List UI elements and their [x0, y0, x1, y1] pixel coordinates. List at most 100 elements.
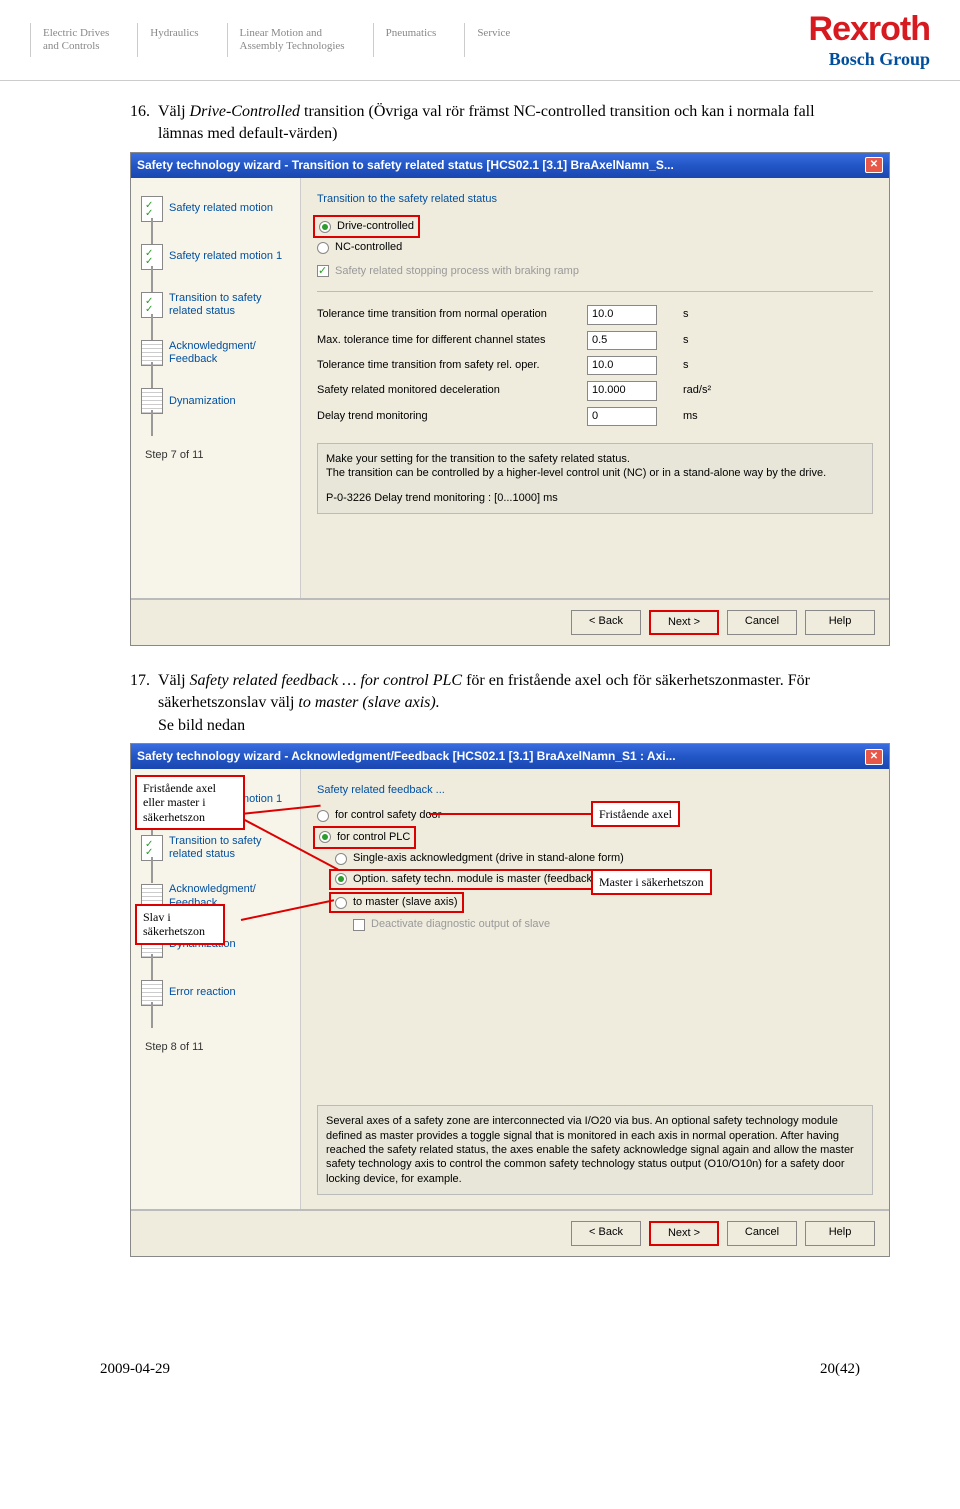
param-unit: s — [657, 307, 689, 322]
list-text: Välj Drive-Controlled transition (Övriga… — [158, 101, 860, 146]
radio-label: Single-axis acknowledgment (drive in sta… — [353, 851, 624, 866]
step-todo-icon — [141, 388, 163, 414]
close-icon[interactable]: ✕ — [865, 749, 883, 765]
dialog-transition: Safety technology wizard - Transition to… — [130, 152, 890, 646]
param-label: Tolerance time transition from safety re… — [317, 358, 587, 373]
step-counter: Step 8 of 11 — [137, 1040, 294, 1055]
param-input[interactable]: 0 — [587, 407, 657, 426]
step-label: Transition to safety related status — [169, 835, 292, 861]
back-button[interactable]: < Back — [571, 610, 641, 635]
param-input[interactable]: 10.0 — [587, 305, 657, 324]
param-unit: s — [657, 358, 689, 373]
text-italic: to master (slave axis). — [298, 694, 439, 711]
check-label: Deactivate diagnostic output of slave — [371, 917, 550, 932]
checkbox-braking: Safety related stopping process with bra… — [317, 262, 873, 281]
window-title: Safety technology wizard - Acknowledgmen… — [137, 748, 676, 765]
help-text: Make your setting for the transition to … — [326, 452, 864, 481]
step-todo-icon — [141, 980, 163, 1006]
radio-nc-controlled[interactable]: NC-controlled — [317, 238, 873, 257]
text: Se bild nedan — [158, 717, 245, 734]
header-cat: Linear Motion and Assembly Technologies — [227, 23, 373, 57]
next-button[interactable]: Next > — [649, 610, 719, 635]
param-label: Safety related monitored deceleration — [317, 383, 587, 398]
param-unit: rad/s² — [657, 383, 711, 398]
param-input[interactable]: 0.5 — [587, 331, 657, 350]
page-footer: 2009-04-29 20(42) — [0, 1321, 960, 1398]
step-label: Acknowledgment/ Feedback — [169, 340, 292, 366]
help-button[interactable]: Help — [805, 1221, 875, 1246]
step-done-icon — [141, 835, 163, 861]
callout-fristaende-master: Fristående axel eller master i säkerhets… — [135, 775, 245, 830]
step-label: Error reaction — [169, 986, 236, 999]
window-title: Safety technology wizard - Transition to… — [137, 157, 674, 174]
text: Välj — [158, 672, 190, 689]
radio-label: Drive-controlled — [337, 219, 414, 234]
text-italic: Drive-Controlled — [190, 103, 301, 120]
step-counter: Step 7 of 11 — [137, 448, 294, 463]
step-label: Safety related motion 1 — [169, 250, 282, 263]
step-label: Transition to safety related status — [169, 292, 292, 318]
callout-fristaende-axel: Fristående axel — [591, 801, 680, 827]
wizard-step[interactable]: Transition to safety related status — [137, 284, 294, 332]
param-label: Delay trend monitoring — [317, 409, 587, 424]
footer-date: 2009-04-29 — [100, 1361, 170, 1378]
wizard-step[interactable]: Safety related motion 1 — [137, 236, 294, 284]
param-row: Safety related monitored deceleration10.… — [317, 378, 873, 403]
list-item-16: 16. Välj Drive-Controlled transition (Öv… — [130, 101, 860, 146]
header-cat: Hydraulics — [137, 23, 226, 57]
param-input[interactable]: 10.0 — [587, 356, 657, 375]
param-row: Tolerance time transition from normal op… — [317, 302, 873, 327]
radio-icon — [335, 873, 347, 885]
section-title: Transition to the safety related status — [317, 192, 873, 207]
cancel-button[interactable]: Cancel — [727, 610, 797, 635]
radio-icon — [335, 897, 347, 909]
param-input[interactable]: 10.000 — [587, 381, 657, 400]
radio-icon — [319, 831, 331, 843]
titlebar: Safety technology wizard - Acknowledgmen… — [131, 744, 889, 769]
help-box: Make your setting for the transition to … — [317, 443, 873, 514]
radio-label: for control PLC — [337, 830, 410, 845]
header-cat: Electric Drives and Controls — [30, 23, 137, 57]
wizard-step[interactable]: Error reaction — [137, 972, 294, 1020]
cancel-button[interactable]: Cancel — [727, 1221, 797, 1246]
param-row: Max. tolerance time for different channe… — [317, 328, 873, 353]
page-header: Electric Drives and Controls Hydraulics … — [0, 0, 960, 81]
param-row: Delay trend monitoring0ms — [317, 404, 873, 429]
radio-single-axis[interactable]: Single-axis acknowledgment (drive in sta… — [335, 849, 873, 868]
section-title: Safety related feedback ... — [317, 783, 873, 798]
checkbox-deactivate: Deactivate diagnostic output of slave — [335, 915, 873, 934]
param-row: Tolerance time transition from safety re… — [317, 353, 873, 378]
list-number: 16. — [130, 101, 158, 146]
header-cat: Service — [464, 23, 538, 57]
dialog-feedback: Safety technology wizard - Acknowledgmen… — [130, 743, 890, 1257]
help-button[interactable]: Help — [805, 610, 875, 635]
step-todo-icon — [141, 340, 163, 366]
help-text: P-0-3226 Delay trend monitoring : [0...1… — [326, 491, 864, 505]
header-categories: Electric Drives and Controls Hydraulics … — [30, 23, 538, 57]
param-unit: ms — [657, 409, 698, 424]
radio-control-plc[interactable]: for control PLC — [313, 826, 416, 849]
wizard-main: Transition to the safety related status … — [301, 178, 889, 598]
step-done-icon — [141, 244, 163, 270]
radio-drive-controlled[interactable]: Drive-controlled — [313, 215, 420, 238]
step-label: Dynamization — [169, 395, 236, 408]
list-item-17: 17. Välj Safety related feedback … for c… — [130, 670, 860, 737]
text-italic: Safety related feedback … for control PL… — [190, 672, 463, 689]
callout-master-zon: Master i säkerhetszon — [591, 869, 712, 895]
param-label: Tolerance time transition from normal op… — [317, 307, 587, 322]
wizard-step[interactable]: Acknowledgment/ Feedback — [137, 332, 294, 380]
next-button[interactable]: Next > — [649, 1221, 719, 1246]
radio-icon — [317, 242, 329, 254]
radio-label: NC-controlled — [335, 240, 402, 255]
back-button[interactable]: < Back — [571, 1221, 641, 1246]
radio-to-master[interactable]: to master (slave axis) — [329, 892, 464, 913]
divider — [317, 291, 873, 292]
check-label: Safety related stopping process with bra… — [335, 264, 579, 279]
check-icon — [317, 265, 329, 277]
wizard-step[interactable]: Safety related motion — [137, 188, 294, 236]
step-done-icon — [141, 196, 163, 222]
close-icon[interactable]: ✕ — [865, 157, 883, 173]
wizard-step[interactable]: Dynamization — [137, 380, 294, 428]
step-done-icon — [141, 292, 163, 318]
logo: Rexroth Bosch Group — [809, 10, 930, 70]
